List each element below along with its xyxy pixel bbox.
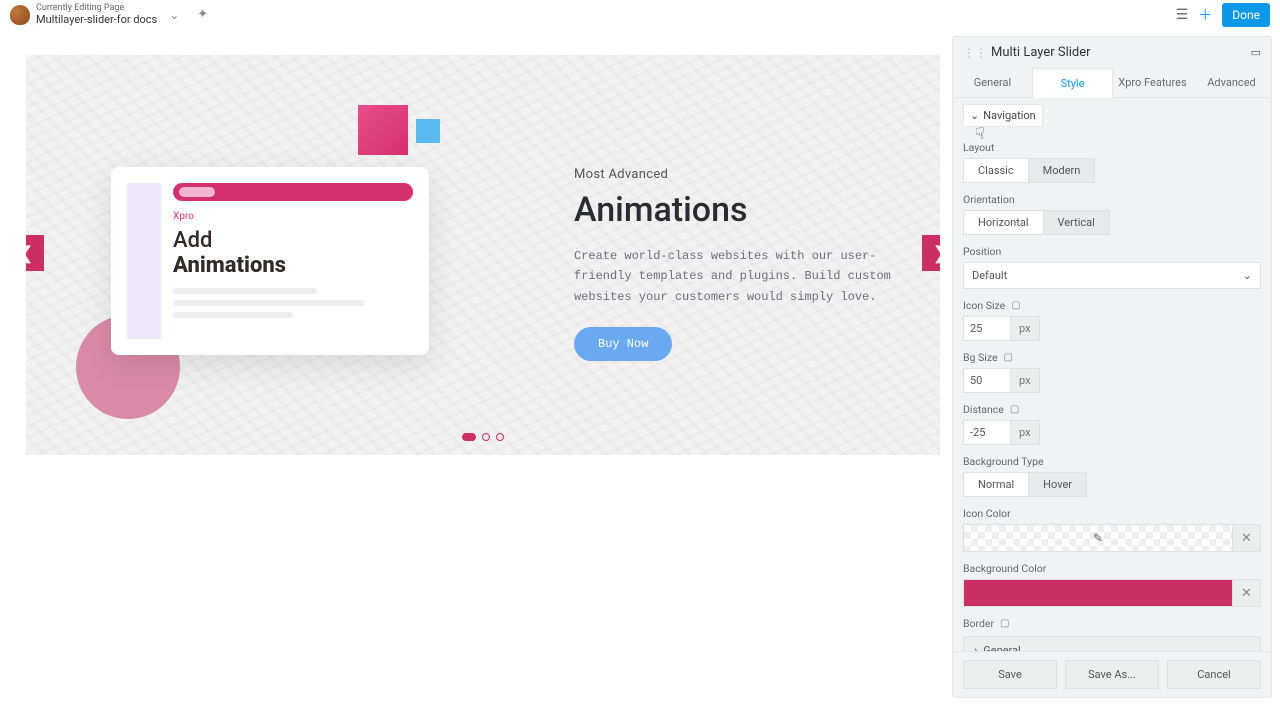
skeleton-line xyxy=(173,288,317,294)
slider-prev-button[interactable]: ❮ xyxy=(26,235,44,271)
orientation-vertical-button[interactable]: Vertical xyxy=(1044,210,1110,235)
icon-size-label: Icon Size xyxy=(963,299,1005,312)
page-title: Multilayer-slider-for docs xyxy=(36,14,157,26)
pagination-dot-3[interactable] xyxy=(496,433,504,441)
decor-square-blue xyxy=(416,119,440,143)
skeleton-line xyxy=(173,312,293,318)
beaver-logo-icon xyxy=(10,5,30,25)
buy-now-button[interactable]: Buy Now xyxy=(574,327,672,361)
layout-label: Layout xyxy=(963,141,1261,154)
border-label: Border xyxy=(963,617,994,630)
eyedropper-icon[interactable]: ✎ xyxy=(1093,531,1103,545)
icon-color-swatch[interactable]: ✎ xyxy=(963,524,1233,552)
page-dropdown-chevron-icon[interactable]: ⌄ xyxy=(163,8,185,22)
responsive-icon[interactable]: ▢ xyxy=(1004,352,1013,363)
card-progress-bar xyxy=(173,183,413,201)
slider-pagination[interactable] xyxy=(26,433,940,441)
responsive-icon[interactable]: ▢ xyxy=(1010,404,1019,415)
cancel-button[interactable]: Cancel xyxy=(1167,660,1261,689)
tab-style[interactable]: Style xyxy=(1032,68,1113,98)
drag-handle-icon[interactable]: ⋮⋮ xyxy=(963,46,987,60)
position-label: Position xyxy=(963,245,1261,258)
responsive-icon[interactable]: ▢ xyxy=(1011,300,1020,311)
background-color-swatch[interactable] xyxy=(963,579,1233,607)
slider-preview: ❮ ❯ Xpro Add Animations Most Advanced An… xyxy=(26,55,940,455)
outline-icon[interactable]: ☰ xyxy=(1176,7,1189,23)
icon-color-clear-button[interactable]: ✕ xyxy=(1233,524,1261,552)
skeleton-line xyxy=(173,300,365,306)
background-color-clear-button[interactable]: ✕ xyxy=(1233,579,1261,607)
bg-type-normal-button[interactable]: Normal xyxy=(963,472,1029,497)
bg-size-unit[interactable]: px xyxy=(1011,368,1040,393)
decor-square-pink xyxy=(358,105,408,155)
panel-resize-icon[interactable]: ▭ xyxy=(1251,46,1261,59)
pagination-dot-1[interactable] xyxy=(462,433,476,441)
pagination-dot-2[interactable] xyxy=(482,433,490,441)
chevron-left-icon: ❮ xyxy=(26,243,34,264)
chevron-down-icon: ⌄ xyxy=(1243,269,1252,282)
settings-panel: ⋮⋮ Multi Layer Slider ▭ General Style Xp… xyxy=(952,36,1272,698)
icon-size-input[interactable] xyxy=(963,316,1011,341)
border-general-accordion[interactable]: › General xyxy=(963,636,1261,651)
tab-general[interactable]: General xyxy=(953,68,1032,97)
background-type-label: Background Type xyxy=(963,455,1261,468)
bg-size-input[interactable] xyxy=(963,368,1011,393)
position-value: Default xyxy=(972,269,1007,282)
bg-size-label: Bg Size xyxy=(963,351,998,364)
hero-title: Animations xyxy=(574,190,894,230)
panel-title: Multi Layer Slider xyxy=(991,45,1091,60)
slider-next-button[interactable]: ❯ xyxy=(922,235,940,271)
icon-size-unit[interactable]: px xyxy=(1011,316,1040,341)
layout-classic-button[interactable]: Classic xyxy=(963,158,1029,183)
hero-copy: Most Advanced Animations Create world-cl… xyxy=(574,167,894,361)
tab-xpro-features[interactable]: Xpro Features xyxy=(1113,68,1192,97)
chevron-right-icon: ❯ xyxy=(932,243,940,264)
chevron-right-icon: › xyxy=(974,644,977,651)
card-brand: Xpro xyxy=(173,211,413,222)
add-module-icon[interactable]: ＋ xyxy=(1198,5,1212,25)
section-navigation-label: Navigation xyxy=(983,109,1036,122)
save-button[interactable]: Save xyxy=(963,660,1057,689)
orientation-horizontal-button[interactable]: Horizontal xyxy=(963,210,1044,235)
save-as-button[interactable]: Save As... xyxy=(1065,660,1159,689)
position-select[interactable]: Default ⌄ xyxy=(963,262,1261,289)
card-sidebar xyxy=(127,183,161,339)
responsive-icon[interactable]: ▢ xyxy=(1000,618,1009,629)
background-color-label: Background Color xyxy=(963,562,1261,575)
card-heading-2: Animations xyxy=(173,253,413,278)
hero-description: Create world-class websites with our use… xyxy=(574,246,894,307)
distance-label: Distance xyxy=(963,403,1004,416)
distance-unit[interactable]: px xyxy=(1011,420,1040,445)
done-button[interactable]: Done xyxy=(1222,3,1270,27)
bg-type-hover-button[interactable]: Hover xyxy=(1029,472,1087,497)
section-navigation[interactable]: ⌄ Navigation xyxy=(963,104,1043,127)
card-heading-1: Add xyxy=(173,228,413,253)
feature-card: Xpro Add Animations xyxy=(111,167,429,355)
notifications-icon[interactable]: ✦ xyxy=(197,7,208,22)
border-general-label: General xyxy=(983,644,1020,651)
icon-color-label: Icon Color xyxy=(963,507,1261,520)
layout-modern-button[interactable]: Modern xyxy=(1029,158,1096,183)
tab-advanced[interactable]: Advanced xyxy=(1192,68,1271,97)
chevron-down-icon: ⌄ xyxy=(970,109,979,122)
distance-input[interactable] xyxy=(963,420,1011,445)
hero-eyebrow: Most Advanced xyxy=(574,167,894,182)
orientation-label: Orientation xyxy=(963,193,1261,206)
